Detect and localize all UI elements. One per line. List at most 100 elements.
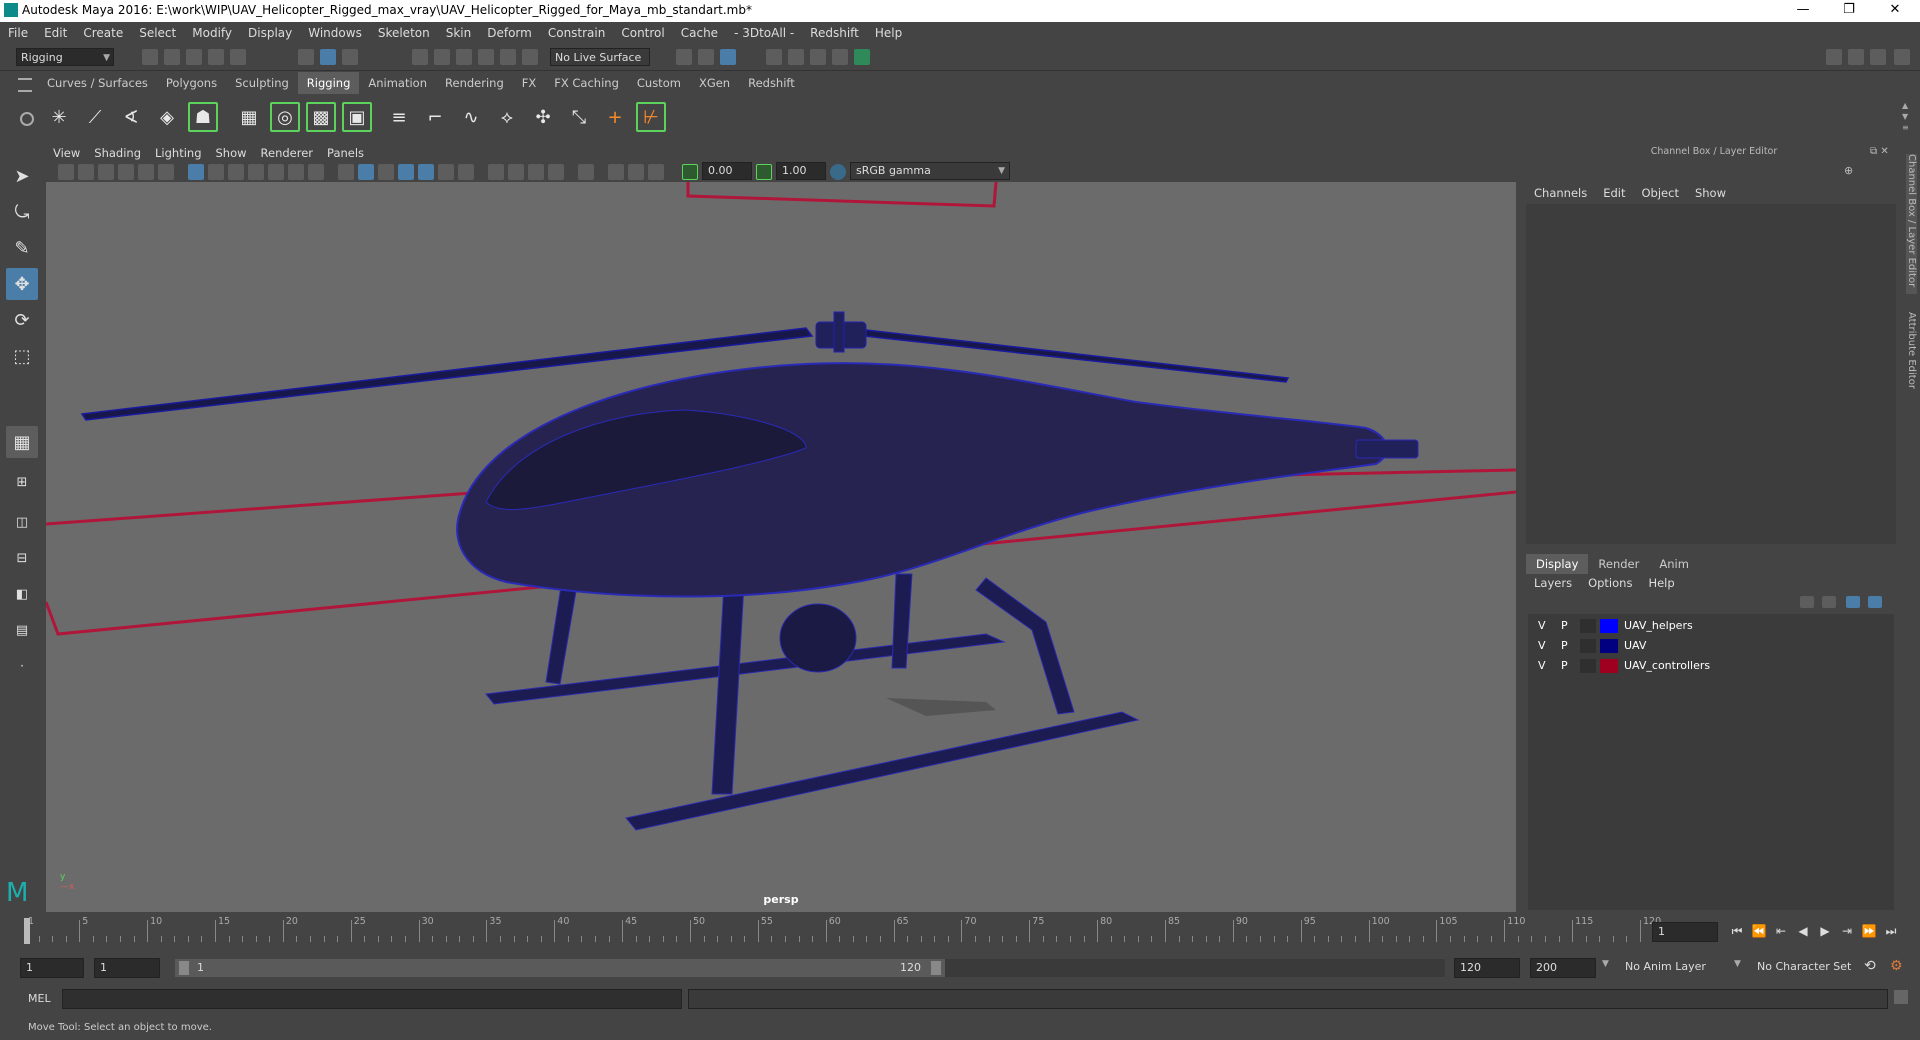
- menu-help[interactable]: Help: [867, 22, 910, 44]
- camera-attributes-icon[interactable]: [78, 164, 94, 180]
- tab-fx-caching[interactable]: FX Caching: [545, 72, 628, 94]
- grease-pencil-icon[interactable]: [158, 164, 174, 180]
- paint-select-icon[interactable]: ✎: [6, 232, 38, 264]
- viewport-menu-shading[interactable]: Shading: [87, 144, 148, 162]
- step-back-key-icon[interactable]: ⇤: [1772, 922, 1790, 940]
- snap-point-icon[interactable]: [456, 49, 472, 65]
- color-management-icon[interactable]: [830, 164, 846, 180]
- go-to-end-icon[interactable]: ⏭: [1882, 922, 1900, 940]
- layer-color-swatch[interactable]: [1600, 619, 1618, 633]
- tab-redshift[interactable]: Redshift: [739, 72, 804, 94]
- menu-cache[interactable]: Cache: [673, 22, 726, 44]
- safe-title-icon[interactable]: [308, 164, 324, 180]
- play-forward-icon[interactable]: ▶: [1816, 922, 1834, 940]
- gamma-field[interactable]: 1.00: [776, 162, 826, 180]
- layout-icon[interactable]: [1848, 49, 1864, 65]
- insert-joint-icon[interactable]: ◈: [152, 102, 182, 132]
- orient-joint-icon[interactable]: ∿: [456, 102, 486, 132]
- 2d-pan-zoom-icon[interactable]: [138, 164, 154, 180]
- tab-xgen[interactable]: XGen: [690, 72, 739, 94]
- wireframe-on-shaded-icon[interactable]: [398, 164, 414, 180]
- snap-view-icon[interactable]: [478, 49, 494, 65]
- paint-weights-icon[interactable]: ≡: [384, 102, 414, 132]
- layer-color-swatch[interactable]: [1600, 659, 1618, 673]
- skin-cluster-icon[interactable]: ⟡: [492, 102, 522, 132]
- joint-tool-icon[interactable]: ✳: [44, 102, 74, 132]
- select-component-icon[interactable]: [342, 49, 358, 65]
- new-empty-layer-icon[interactable]: [1846, 596, 1860, 608]
- gate-mask-icon[interactable]: [248, 164, 264, 180]
- menu-object[interactable]: Object: [1634, 186, 1687, 200]
- constraint-icon[interactable]: ⊬: [636, 102, 666, 132]
- minimize-button[interactable]: —: [1780, 0, 1826, 22]
- wrap-deformer-icon[interactable]: ▩: [306, 102, 336, 132]
- wireframe-icon[interactable]: [338, 164, 354, 180]
- tab-anim[interactable]: Anim: [1649, 554, 1699, 574]
- lattice-icon[interactable]: ◎: [270, 102, 300, 132]
- viewport-menu-lighting[interactable]: Lighting: [148, 144, 208, 162]
- hypershade-layout-icon[interactable]: ▤: [6, 614, 38, 646]
- tab-fx[interactable]: FX: [513, 72, 546, 94]
- range-end-handle[interactable]: [931, 961, 941, 975]
- blend-shape-icon[interactable]: ✣: [528, 102, 558, 132]
- tab-polygons[interactable]: Polygons: [157, 72, 226, 94]
- shelf-settings-icon[interactable]: [20, 112, 34, 126]
- undo-icon[interactable]: [208, 49, 224, 65]
- xray-icon[interactable]: [608, 164, 624, 180]
- menu-control[interactable]: Control: [613, 22, 672, 44]
- render-frame-icon[interactable]: [766, 49, 782, 65]
- menu-layer-help[interactable]: Help: [1640, 576, 1682, 590]
- range-start-handle[interactable]: [179, 961, 189, 975]
- scene-end-field[interactable]: 200: [1530, 958, 1596, 978]
- viewport-menu-show[interactable]: Show: [209, 144, 254, 162]
- attribute-editor-side-tab[interactable]: Attribute Editor: [1906, 312, 1917, 389]
- default-material-icon[interactable]: [378, 164, 394, 180]
- layer-color-swatch[interactable]: [1600, 639, 1618, 653]
- single-perspective-layout-icon[interactable]: ▦: [6, 426, 38, 458]
- rotate-tool-icon[interactable]: ⟳: [6, 304, 38, 336]
- anti-aliasing-icon[interactable]: [528, 164, 544, 180]
- ambient-occlusion-icon[interactable]: [488, 164, 504, 180]
- mel-label[interactable]: MEL: [28, 992, 51, 1005]
- image-plane-icon[interactable]: [118, 164, 134, 180]
- tab-rigging[interactable]: Rigging: [297, 72, 360, 94]
- current-frame-field[interactable]: 1: [1652, 922, 1718, 942]
- menu-layers[interactable]: Layers: [1526, 576, 1580, 590]
- layer-playback-toggle[interactable]: P: [1561, 639, 1568, 652]
- isolate-select-icon[interactable]: [578, 164, 594, 180]
- time-slider[interactable]: 1 5 10 15 20 25 30 35 40 45 50 55 60 65 70 75 80 85 90 95 10…: [20, 916, 1661, 946]
- playback-start-field[interactable]: 1: [94, 958, 160, 978]
- workspace-icon[interactable]: [1826, 49, 1842, 65]
- layer-row[interactable]: V P UAV_helpers: [1528, 616, 1894, 636]
- menu-edit[interactable]: Edit: [36, 22, 75, 44]
- new-scene-icon[interactable]: [142, 49, 158, 65]
- snap-curve-icon[interactable]: [434, 49, 450, 65]
- layer-type-toggle[interactable]: [1580, 659, 1596, 673]
- menu-skeleton[interactable]: Skeleton: [370, 22, 438, 44]
- chevron-down-icon[interactable]: ▼: [1602, 959, 1609, 969]
- anim-layer-dropdown[interactable]: No Anim Layer: [1620, 958, 1740, 978]
- menu-3dtoall[interactable]: - 3DtoAll -: [726, 22, 802, 44]
- tab-render[interactable]: Render: [1588, 554, 1649, 574]
- viewport-menu-renderer[interactable]: Renderer: [254, 144, 321, 162]
- redshift-render-icon[interactable]: [854, 49, 870, 65]
- layout-options-icon[interactable]: ·: [6, 650, 38, 682]
- layer-visibility-toggle[interactable]: V: [1538, 659, 1546, 672]
- step-forward-icon[interactable]: ⏩: [1860, 922, 1878, 940]
- save-scene-icon[interactable]: [186, 49, 202, 65]
- field-chart-icon[interactable]: [268, 164, 284, 180]
- menu-channels[interactable]: Channels: [1526, 186, 1595, 200]
- tab-rendering[interactable]: Rendering: [436, 72, 513, 94]
- play-backward-icon[interactable]: ◀: [1794, 922, 1812, 940]
- grid-icon[interactable]: [188, 164, 204, 180]
- layer-type-toggle[interactable]: [1580, 619, 1596, 633]
- construction-history-icon[interactable]: [720, 49, 736, 65]
- menu-cb-edit[interactable]: Edit: [1595, 186, 1633, 200]
- ik-spline-icon[interactable]: ∢: [116, 102, 146, 132]
- snap-grid-icon[interactable]: [412, 49, 428, 65]
- humanik-icon[interactable]: ☗: [188, 102, 218, 132]
- camera-select-icon[interactable]: [58, 164, 74, 180]
- range-slider[interactable]: 1 120: [175, 959, 945, 977]
- scale-tool-icon[interactable]: ⬚: [6, 340, 38, 372]
- playback-end-field[interactable]: 120: [1454, 958, 1520, 978]
